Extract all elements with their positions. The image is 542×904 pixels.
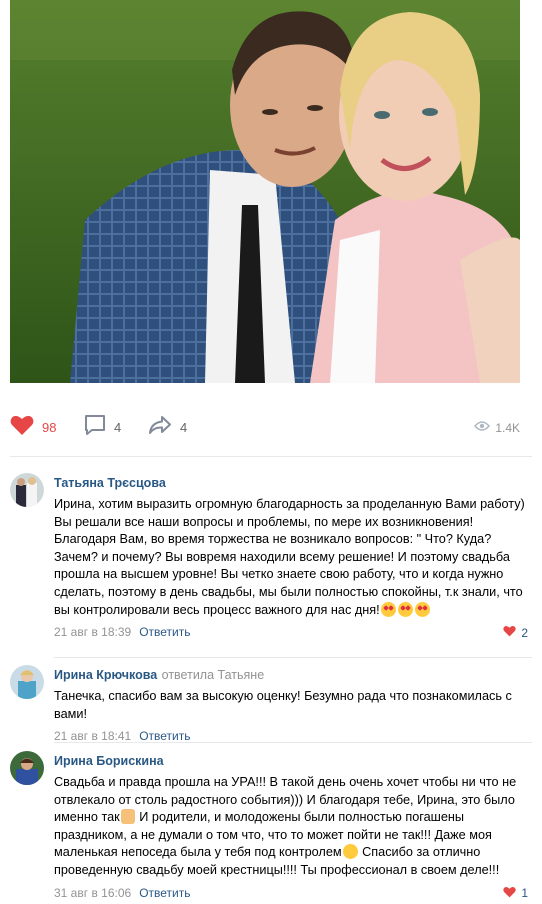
couple-photo-illustration	[10, 0, 520, 383]
comment-icon	[84, 414, 106, 441]
comment-button[interactable]: 4	[84, 414, 121, 440]
reply-button[interactable]: Ответить	[139, 625, 190, 639]
comment-text: Танечка, спасибо вам за высокую оценку! …	[54, 689, 516, 721]
comment-body: Татьяна Трєсцова Ирина, хотим выразить о…	[54, 468, 528, 643]
avatar[interactable]	[10, 473, 44, 507]
share-icon	[148, 415, 172, 440]
heart-icon	[10, 414, 34, 441]
eye-icon	[474, 420, 491, 435]
views-counter: 1.4K	[474, 420, 520, 435]
heart-eyes-emoji-icon	[380, 601, 396, 617]
comment-like-count: 2	[521, 625, 528, 640]
heart-icon	[503, 625, 516, 640]
comment-meta: 21 авг в 18:39 Ответить 2	[54, 625, 528, 643]
heart-eyes-emoji-icon	[414, 601, 430, 617]
comment-text: Свадьба и правда прошла на УРА!!! В тако…	[54, 774, 528, 880]
comment-body: Ирина Крючкова ответила Татьяне Танечка,…	[54, 662, 528, 747]
thumbs-up-emoji-icon	[120, 809, 135, 825]
divider	[10, 456, 532, 457]
views-count: 1.4K	[495, 420, 520, 435]
share-count: 4	[180, 419, 188, 435]
post-actions: 98 4 4 1.4K	[0, 400, 542, 456]
reply-button[interactable]: Ответить	[139, 886, 190, 900]
replied-prefix: ответила	[161, 668, 215, 682]
comment-author[interactable]: Ирина Борискина	[54, 754, 164, 768]
comment-text: Ирина, хотим выразить огромную благодарн…	[54, 496, 528, 619]
heart-icon	[503, 886, 516, 901]
divider	[54, 742, 532, 743]
replied-to-name[interactable]: Татьяне	[218, 668, 265, 682]
divider	[54, 657, 532, 658]
comment-meta: 31 авг в 16:06 Ответить 1	[54, 886, 528, 904]
comment-text-part: Ирина, хотим выразить огромную благодарн…	[54, 497, 529, 617]
replied-to: ответила Татьяне	[162, 668, 265, 682]
comment-like-button[interactable]: 2	[503, 625, 528, 640]
avatar[interactable]	[10, 665, 44, 699]
post-photo[interactable]	[10, 0, 520, 383]
avatar[interactable]	[10, 751, 44, 785]
comment-date[interactable]: 21 авг в 18:39	[54, 625, 131, 639]
comment-body: Ирина Борискина Свадьба и правда прошла …	[54, 748, 528, 904]
comment-count: 4	[114, 419, 122, 435]
like-button[interactable]: 98	[10, 414, 56, 440]
comment-author[interactable]: Татьяна Трєсцова	[54, 476, 166, 490]
heart-eyes-emoji-icon	[397, 601, 413, 617]
comment-like-count: 1	[521, 886, 528, 901]
comment-like-button[interactable]: 1	[503, 886, 528, 901]
comment-date[interactable]: 31 авг в 16:06	[54, 886, 131, 900]
comment-author[interactable]: Ирина Крючкова	[54, 668, 157, 682]
like-count: 98	[42, 419, 57, 435]
comment-meta: 21 авг в 18:41 Ответить	[54, 729, 528, 747]
share-button[interactable]: 4	[148, 414, 187, 440]
smile-emoji-icon	[342, 844, 358, 860]
